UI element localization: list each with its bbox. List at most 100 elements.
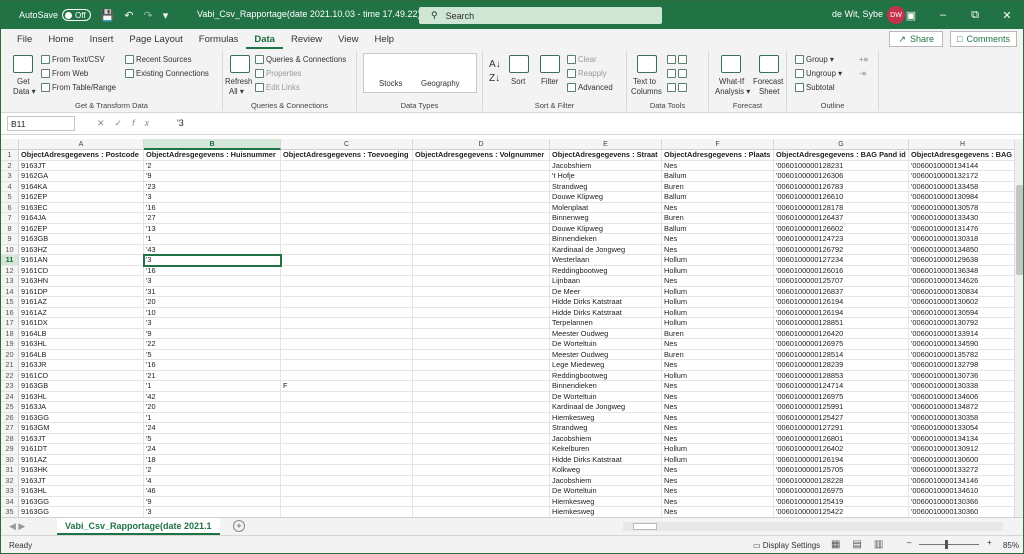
zoom-level[interactable]: 85% <box>1003 541 1019 550</box>
cell[interactable]: Hidde Dirks Katstraat <box>550 297 662 308</box>
cell[interactable]: '24 <box>144 444 281 455</box>
cell[interactable]: Nes <box>662 486 774 497</box>
row-number[interactable]: 27 <box>1 423 19 434</box>
cell[interactable] <box>281 370 413 381</box>
cell[interactable]: Nes <box>662 412 774 423</box>
row-number[interactable]: 11 <box>1 255 19 266</box>
cell[interactable]: '0060010000130594 <box>909 307 1017 318</box>
cell[interactable]: '0060100000126437 <box>774 213 909 224</box>
cell[interactable]: Strandweg <box>550 181 662 192</box>
column-header-e[interactable]: E <box>550 139 662 150</box>
cell[interactable] <box>413 444 550 455</box>
cell[interactable]: '0060010000134626 <box>909 276 1017 287</box>
cell[interactable]: Molenplaat <box>550 202 662 213</box>
cell[interactable]: 9163GB <box>19 381 144 392</box>
cell[interactable]: '13 <box>144 223 281 234</box>
qat-customize-icon[interactable]: ▾ <box>163 9 169 22</box>
row-number[interactable]: 20 <box>1 349 19 360</box>
user-name[interactable]: de Wit, Sybe <box>832 9 883 19</box>
tab-home[interactable]: Home <box>40 34 81 49</box>
tab-review[interactable]: Review <box>283 34 330 49</box>
cell[interactable] <box>281 402 413 413</box>
ribbon-display-icon[interactable]: ▣ <box>895 1 927 29</box>
row-number[interactable]: 7 <box>1 213 19 224</box>
hide-detail-icon[interactable]: -≡ <box>859 69 866 78</box>
cell[interactable]: Nes <box>662 234 774 245</box>
cell[interactable]: '0060100000125422 <box>774 507 909 517</box>
cell[interactable]: Lege Miedeweg <box>550 360 662 371</box>
cell[interactable]: '0060100000128514 <box>774 349 909 360</box>
cell[interactable] <box>281 391 413 402</box>
cell[interactable]: '43 <box>144 244 281 255</box>
cell[interactable]: ObjectAdresgegevens : Straat <box>550 150 662 161</box>
comments-button[interactable]: □ Comments <box>950 31 1017 47</box>
cell[interactable] <box>281 328 413 339</box>
cell[interactable]: '0060100000126402 <box>774 444 909 455</box>
cell[interactable]: Ballum <box>662 223 774 234</box>
cell[interactable]: Hollum <box>662 444 774 455</box>
from-text-csv-button[interactable]: From Text/CSV <box>41 55 105 65</box>
row-number[interactable]: 19 <box>1 339 19 350</box>
cell[interactable] <box>413 360 550 371</box>
cell[interactable]: '0060100000127291 <box>774 423 909 434</box>
cell[interactable]: Terpelannen <box>550 318 662 329</box>
cell[interactable]: '18 <box>144 454 281 465</box>
remove-duplicates-icon[interactable] <box>667 69 689 79</box>
zoom-in-icon[interactable]: + <box>987 538 992 547</box>
cell[interactable] <box>413 402 550 413</box>
cell[interactable]: Nes <box>662 339 774 350</box>
tab-insert[interactable]: Insert <box>82 34 122 49</box>
clear-button[interactable]: Clear <box>567 55 597 65</box>
cell[interactable] <box>281 496 413 507</box>
cell[interactable] <box>413 318 550 329</box>
cell[interactable]: Jacobshiem <box>550 433 662 444</box>
group-button[interactable]: Group ▾ <box>795 55 834 65</box>
cell[interactable]: '0060010000133272 <box>909 465 1017 476</box>
data-validation-icon[interactable] <box>667 83 689 93</box>
cell[interactable] <box>281 360 413 371</box>
cell[interactable]: Ballum <box>662 192 774 203</box>
cell[interactable]: Buren <box>662 213 774 224</box>
cell[interactable]: '0060010000131476 <box>909 223 1017 234</box>
cell[interactable]: 9163GG <box>19 412 144 423</box>
get-data-button[interactable]: Get <box>17 77 30 86</box>
cell[interactable] <box>413 213 550 224</box>
row-number[interactable]: 24 <box>1 391 19 402</box>
cell[interactable]: '0060010000133430 <box>909 213 1017 224</box>
cell[interactable]: 9162EP <box>19 192 144 203</box>
cell[interactable] <box>413 412 550 423</box>
row-number[interactable]: 26 <box>1 412 19 423</box>
cell[interactable] <box>413 454 550 465</box>
cell[interactable]: Buren <box>662 349 774 360</box>
row-number[interactable]: 33 <box>1 486 19 497</box>
horizontal-scrollbar[interactable] <box>623 522 1003 531</box>
cell[interactable] <box>413 192 550 203</box>
cell[interactable]: '0060010000134610 <box>909 486 1017 497</box>
cell[interactable]: 9161CD <box>19 265 144 276</box>
what-if-button[interactable]: What-If <box>719 77 744 86</box>
cell[interactable]: Kekelburen <box>550 444 662 455</box>
close-icon[interactable]: ✕ <box>991 1 1023 29</box>
cell[interactable]: '0060100000128231 <box>774 160 909 171</box>
column-header-d[interactable]: D <box>413 139 550 150</box>
document-title[interactable]: Vabi_Csv_Rapportage(date 2021.10.03 - ti… <box>197 9 428 20</box>
cell[interactable]: Nes <box>662 465 774 476</box>
cell[interactable]: 't Hofje <box>550 171 662 182</box>
ungroup-button[interactable]: Ungroup ▾ <box>795 69 842 79</box>
cell[interactable]: '22 <box>144 339 281 350</box>
row-number[interactable]: 17 <box>1 318 19 329</box>
cell[interactable] <box>281 412 413 423</box>
cell[interactable]: 9163JT <box>19 433 144 444</box>
cell[interactable]: Nes <box>662 160 774 171</box>
cell[interactable]: '0060100000125707 <box>774 276 909 287</box>
cell[interactable]: '0060100000126194 <box>774 297 909 308</box>
cell[interactable]: '0060100000126016 <box>774 265 909 276</box>
cell[interactable]: '0060100000125419 <box>774 496 909 507</box>
cell[interactable]: '27 <box>144 213 281 224</box>
cell[interactable]: 9163HK <box>19 465 144 476</box>
cell[interactable]: Nes <box>662 423 774 434</box>
cell[interactable]: 9162EP <box>19 223 144 234</box>
row-number[interactable]: 12 <box>1 265 19 276</box>
cell[interactable] <box>281 223 413 234</box>
cell[interactable] <box>281 255 413 266</box>
